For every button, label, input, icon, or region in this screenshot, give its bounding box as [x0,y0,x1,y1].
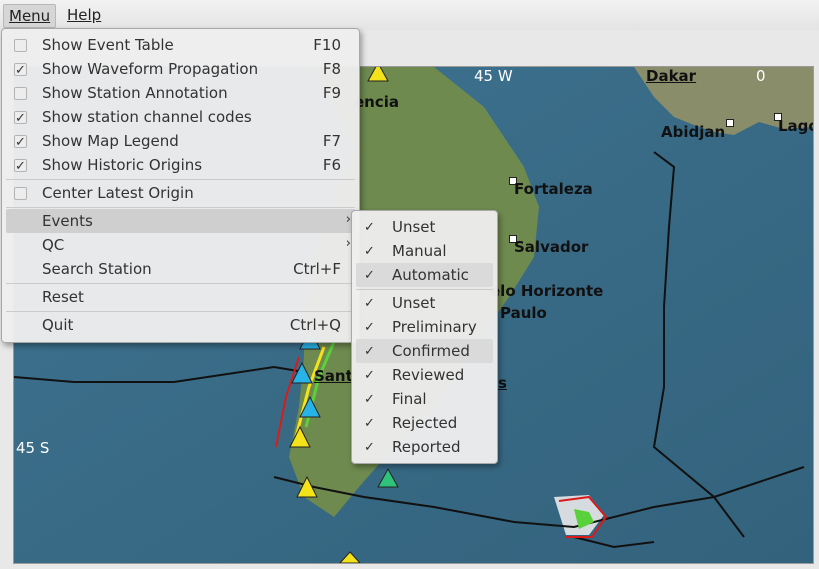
menu-item-center-latest-origin[interactable]: Center Latest Origin [6,181,355,205]
checkmark-icon [364,388,375,412]
menu-item-shortcut: F10 [313,36,341,54]
city-buenos-aires: s [498,374,507,392]
checkbox-icon [14,59,27,83]
submenu-item-manual[interactable]: Manual [356,239,493,264]
menu-item-show-station-channel-codes[interactable]: Show station channel codes [6,105,355,131]
checkmark-icon [364,264,375,288]
checkmark-icon [364,340,375,364]
city-santiago: Sant [314,367,353,385]
help-label: Help [67,6,102,24]
menu-item-shortcut: F8 [322,60,341,78]
checkmark-icon [364,412,375,436]
menu-item-label: Show Historic Origins [42,156,203,174]
menu-item-show-historic-origins[interactable]: Show Historic Origins F6 [6,153,355,179]
menu-separator [6,207,355,208]
menu-item-qc[interactable]: QC › [6,233,355,257]
checkbox-icon [14,87,27,100]
menu-label: Menu [9,7,51,25]
menu-item-label: Show Waveform Propagation [42,60,259,78]
city-lagos: Lago [778,117,813,135]
checkbox-icon [14,131,27,155]
menu-item-label: Search Station [42,260,152,278]
city-abidjan: Abidjan [661,123,726,141]
menu-item-label: QC [42,236,65,254]
submenu-item-rejected[interactable]: Rejected [356,411,493,436]
city-belo-horizonte: elo Horizonte [490,282,604,300]
menu-separator [6,311,355,312]
events-submenu-popup: Unset Manual Automatic Unset Preliminary… [351,210,498,464]
submenu-item-label: Reported [392,438,461,456]
menu-item-shortcut: F9 [322,84,341,102]
menu-item-shortcut: F7 [322,132,341,150]
submenu-item-label: Unset [392,218,436,236]
menu-item-label: Show Station Annotation [42,84,228,102]
checkbox-icon [14,39,27,52]
grid-lat-label: 45 S [16,439,50,457]
city-salvador: Salvador [514,238,589,256]
menu-item-label: Center Latest Origin [42,184,194,202]
city-valencia: encia [354,93,400,111]
city-marker [726,119,734,127]
menu-item-label: Reset [42,288,84,306]
checkbox-icon [14,187,27,200]
menu-item-reset[interactable]: Reset [6,285,355,309]
checkbox-icon [14,155,27,179]
menu-item-show-map-legend[interactable]: Show Map Legend F7 [6,129,355,155]
submenu-item-label: Automatic [392,266,469,284]
menu-menu[interactable]: Menu [3,4,57,28]
checkmark-icon [364,364,375,388]
menu-item-label: Show station channel codes [42,108,252,126]
submenu-item-label: Rejected [392,414,458,432]
menu-separator [356,289,493,290]
submenu-item-preliminary[interactable]: Preliminary [356,315,493,340]
submenu-item-label: Unset [392,294,436,312]
main-menu-popup: Show Event Table F10 Show Waveform Propa… [1,28,360,343]
city-sao-paulo: Paulo [500,304,547,322]
submenu-item-label: Final [392,390,427,408]
checkmark-icon [364,316,375,340]
submenu-item-label: Reviewed [392,366,465,384]
checkmark-icon [364,216,375,240]
checkmark-icon [364,240,375,264]
submenu-item-label: Confirmed [392,342,470,360]
menu-item-shortcut: Ctrl+Q [289,316,341,334]
submenu-item-unset[interactable]: Unset [356,215,493,240]
submenu-item-automatic[interactable]: Automatic [356,263,493,288]
menu-item-label: Show Event Table [42,36,174,54]
menu-separator [6,179,355,180]
grid-lon-zero-label: 0 [756,67,766,85]
submenu-item-unset[interactable]: Unset [356,291,493,316]
submenu-item-final[interactable]: Final [356,387,493,412]
menu-item-show-event-table[interactable]: Show Event Table F10 [6,33,355,57]
menu-item-show-waveform-propagation[interactable]: Show Waveform Propagation F8 [6,57,355,83]
menu-separator [6,283,355,284]
grid-lon-label: 45 W [474,67,513,85]
checkmark-icon [364,292,375,316]
checkbox-icon [14,107,27,131]
city-fortaleza: Fortaleza [514,180,593,198]
submenu-item-label: Manual [392,242,447,260]
city-dakar: Dakar [646,67,697,85]
menu-item-label: Events [42,212,93,230]
submenu-item-reviewed[interactable]: Reviewed [356,363,493,388]
submenu-item-label: Preliminary [392,318,477,336]
menu-item-shortcut: Ctrl+F [293,260,341,278]
menu-item-quit[interactable]: Quit Ctrl+Q [6,313,355,337]
menu-item-shortcut: F6 [322,156,341,174]
submenu-item-reported[interactable]: Reported [356,435,493,460]
menu-item-search-station[interactable]: Search Station Ctrl+F [6,257,355,281]
menu-help[interactable]: Help [62,4,106,26]
menu-item-label: Show Map Legend [42,132,179,150]
submenu-item-confirmed[interactable]: Confirmed [356,339,493,364]
checkmark-icon [364,436,375,460]
menu-item-show-station-annotation[interactable]: Show Station Annotation F9 [6,81,355,105]
menu-item-events[interactable]: Events › [6,209,355,233]
menu-item-label: Quit [42,316,74,334]
menu-bar: Menu Help [0,0,819,30]
